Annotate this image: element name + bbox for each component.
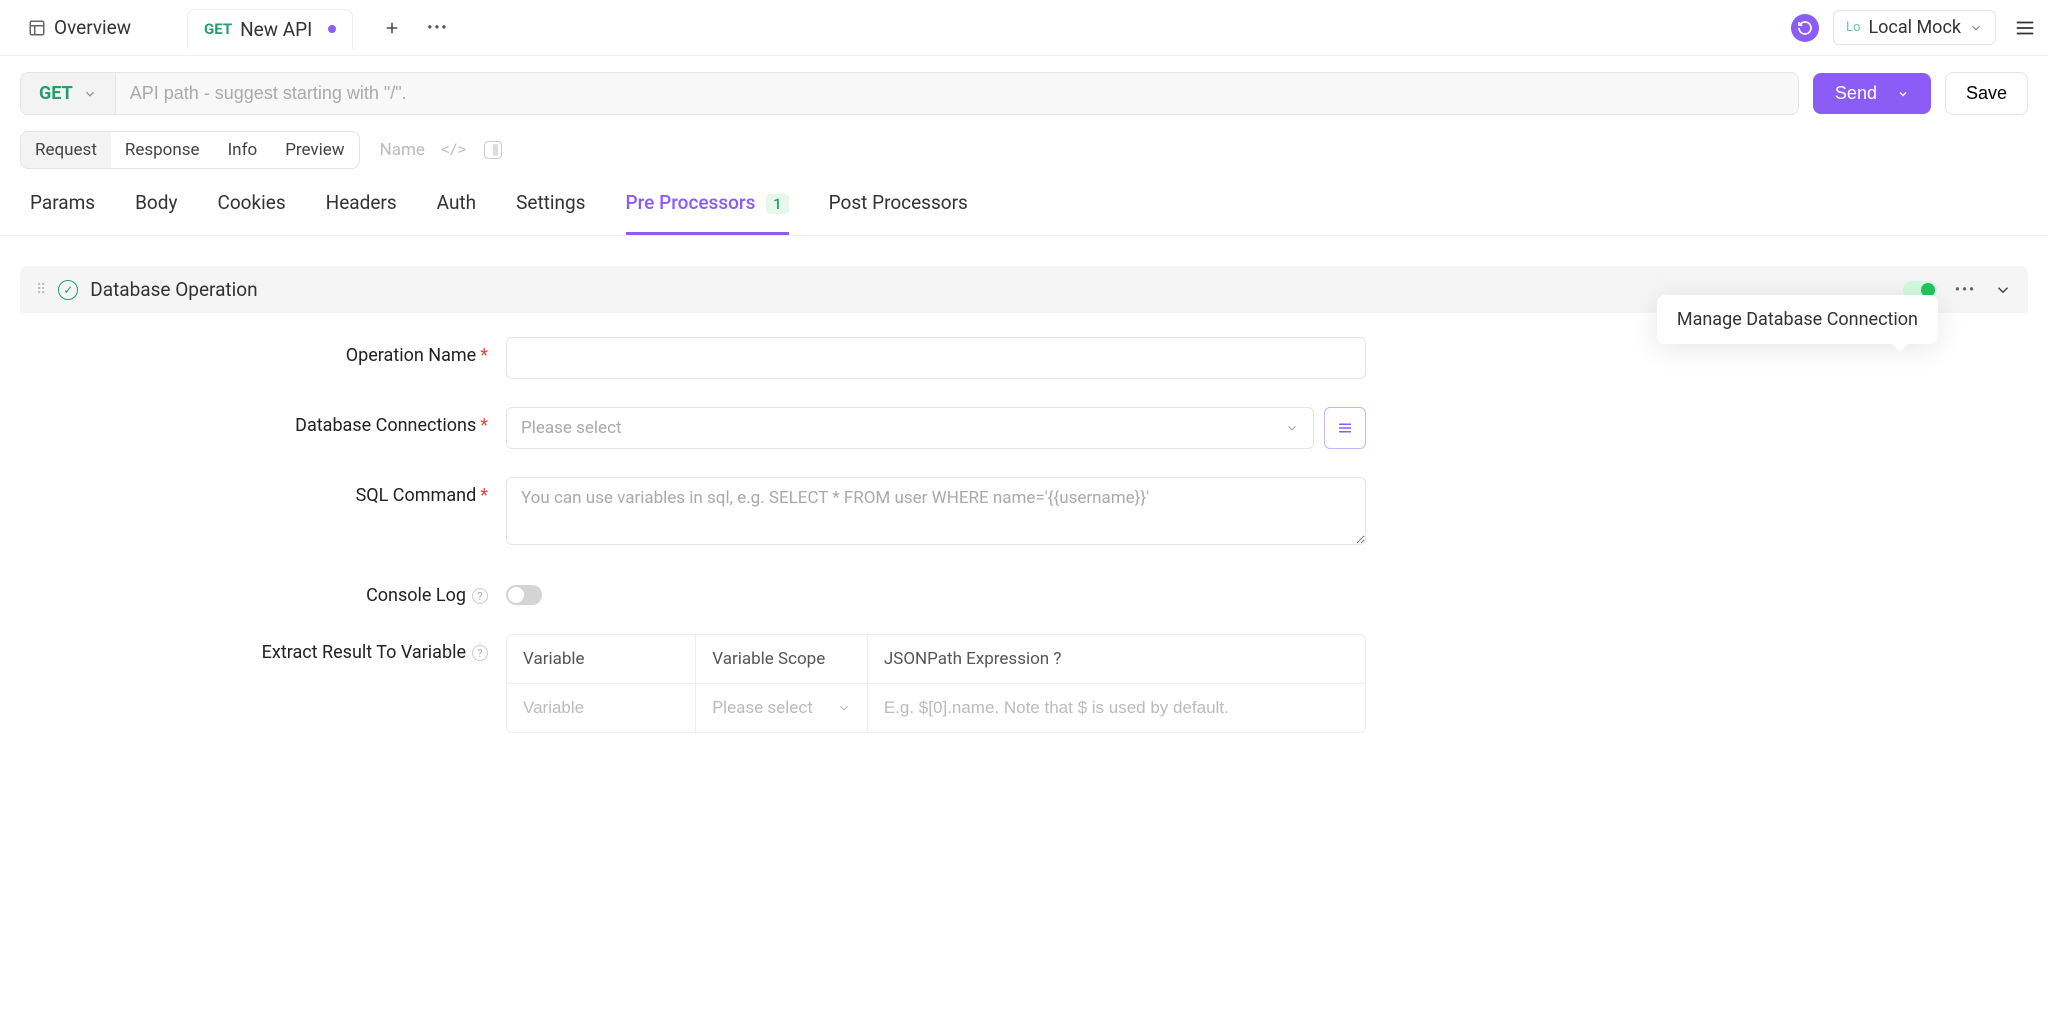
help-icon[interactable]: ? (472, 588, 488, 604)
table-row: Please select (507, 684, 1365, 733)
subtab-post-processors[interactable]: Post Processors (829, 191, 968, 235)
chevron-down-icon (83, 87, 97, 101)
hamburger-icon (2014, 17, 2036, 39)
manage-db-tooltip: Manage Database Connection (1657, 295, 1938, 344)
tab-api-title: New API (240, 18, 312, 41)
url-input[interactable] (116, 73, 1798, 114)
env-label: Local Mock (1868, 17, 1961, 38)
extract-result-table: Variable Variable Scope JSONPath Express… (506, 634, 1366, 733)
subtab-body[interactable]: Body (135, 191, 177, 235)
operation-name-input[interactable] (506, 337, 1366, 379)
help-icon[interactable]: ? (1053, 649, 1061, 669)
panel-body: Operation Name* Manage Database Connecti… (20, 313, 2028, 801)
drag-handle-icon[interactable]: ⠿ (36, 283, 46, 297)
name-label: Name (380, 140, 425, 160)
manage-db-button[interactable] (1324, 407, 1366, 449)
check-circle-icon: ✓ (58, 280, 78, 300)
row-extract-result: Extract Result To Variable? Variable Var… (36, 634, 2012, 733)
plus-icon (383, 19, 401, 37)
view-tabs: Request Response Info Preview Name </> (0, 131, 2048, 169)
subtab-params[interactable]: Params (30, 191, 95, 235)
chevron-down-icon (1285, 421, 1299, 435)
chevron-down-icon (1897, 88, 1909, 100)
row-sql-command: SQL Command* (36, 477, 2012, 549)
label-sql-command: SQL Command* (36, 477, 506, 506)
chevron-down-icon (837, 701, 851, 715)
list-icon (1336, 419, 1354, 437)
subtab-cookies[interactable]: Cookies (217, 191, 285, 235)
label-db-connections: Database Connections* (36, 407, 506, 436)
chevron-down-icon[interactable] (1994, 281, 2012, 299)
http-method-select[interactable]: GET (21, 73, 116, 114)
variable-scope-select[interactable]: Please select (704, 692, 859, 724)
save-button[interactable]: Save (1945, 72, 2028, 115)
subtab-pre-processors[interactable]: Pre Processors 1 (626, 191, 789, 235)
label-console-log: Console Log? (36, 577, 506, 606)
panel-icon (28, 19, 46, 37)
request-bar: GET Send Save (0, 56, 2048, 131)
send-button[interactable]: Send (1813, 73, 1931, 114)
label-extract-result: Extract Result To Variable? (36, 634, 506, 663)
subtab-settings[interactable]: Settings (516, 191, 585, 235)
method-value: GET (39, 83, 73, 104)
subtab-pre-label: Pre Processors (626, 191, 756, 214)
environment-select[interactable]: Lo Local Mock (1833, 10, 1996, 45)
sql-command-input[interactable] (506, 477, 1366, 545)
th-variable: Variable (507, 635, 696, 684)
tab-more-button[interactable]: ••• (427, 20, 448, 36)
view-tab-preview[interactable]: Preview (271, 132, 358, 168)
database-operation-panel: ⠿ ✓ Database Operation ••• Operation Nam… (20, 266, 2028, 801)
tab-method-label: GET (204, 20, 232, 38)
jsonpath-input[interactable] (876, 692, 1357, 724)
send-label: Send (1835, 83, 1877, 104)
pre-processors-badge: 1 (766, 194, 789, 214)
unsaved-dot-icon (328, 25, 336, 33)
tab-new-api[interactable]: GET New API (187, 9, 353, 49)
tab-overview-label: Overview (54, 16, 131, 39)
menu-button[interactable] (2014, 17, 2036, 39)
code-icon[interactable]: </> (441, 142, 466, 158)
console-log-toggle[interactable] (506, 585, 542, 605)
panel-toggle-button[interactable] (484, 141, 502, 159)
top-bar: Overview GET New API ••• Lo Local Mock (0, 0, 2048, 56)
th-jsonpath: JSONPath Expression ? (867, 635, 1365, 684)
variable-name-input[interactable] (515, 692, 687, 724)
db-select-placeholder: Please select (521, 418, 622, 438)
subtab-headers[interactable]: Headers (326, 191, 397, 235)
row-db-connections: Database Connections* Please select (36, 407, 2012, 449)
subtab-auth[interactable]: Auth (437, 191, 476, 235)
panel-more-button[interactable]: ••• (1955, 282, 1976, 298)
method-url-wrap: GET (20, 72, 1799, 115)
request-sub-tabs: Params Body Cookies Headers Auth Setting… (0, 169, 2048, 236)
panel-title: Database Operation (90, 278, 257, 301)
row-console-log: Console Log? (36, 577, 2012, 606)
tab-overview[interactable]: Overview (12, 8, 147, 47)
th-scope: Variable Scope (696, 635, 868, 684)
refresh-icon (1797, 20, 1813, 36)
scope-placeholder: Please select (712, 698, 813, 718)
chevron-down-icon (1969, 21, 1983, 35)
view-segment: Request Response Info Preview (20, 131, 360, 169)
view-tab-response[interactable]: Response (111, 132, 214, 168)
label-operation-name: Operation Name* (36, 337, 506, 366)
refresh-button[interactable] (1791, 14, 1819, 42)
help-icon[interactable]: ? (472, 645, 488, 661)
view-tab-info[interactable]: Info (214, 132, 272, 168)
add-tab-button[interactable] (373, 13, 411, 43)
view-tab-request[interactable]: Request (21, 132, 111, 168)
env-prefix: Lo (1846, 20, 1860, 35)
db-connection-select[interactable]: Please select (506, 407, 1314, 449)
